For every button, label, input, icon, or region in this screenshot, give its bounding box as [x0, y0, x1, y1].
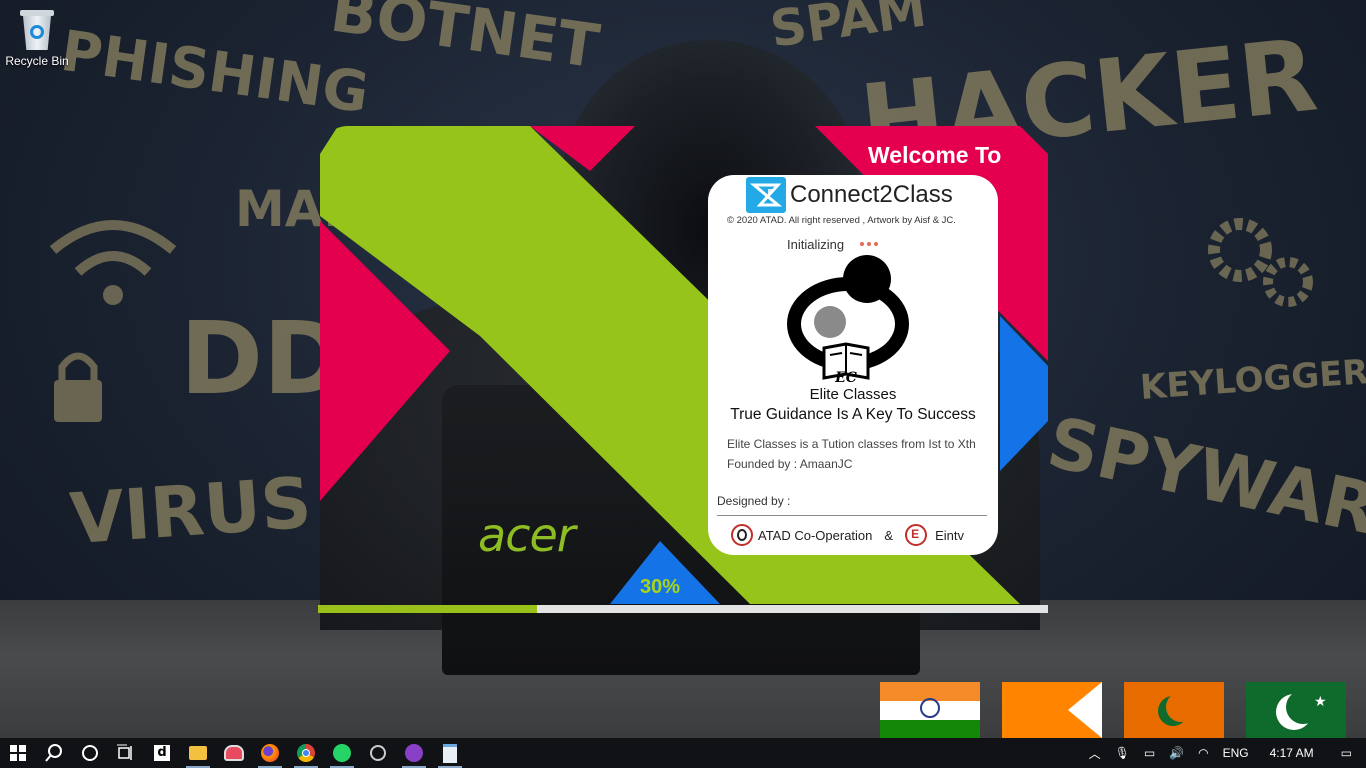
welcome-heading: Welcome To	[868, 142, 1002, 168]
purple-app-icon	[405, 744, 423, 762]
ec-logo-text: EC	[834, 370, 857, 384]
description-line-2: Founded by : AmaanJC	[727, 457, 853, 471]
atad-logo-icon	[731, 524, 753, 546]
eintv-logo-icon	[905, 524, 928, 546]
taskbar-app-chrome[interactable]	[288, 738, 324, 768]
elite-classes-logo: EC	[787, 255, 909, 384]
battery-icon[interactable]: ▭	[1144, 746, 1155, 760]
credit-atad: ATAD Co-Operation	[758, 527, 873, 543]
search-button[interactable]	[36, 738, 72, 768]
wifi-icon	[49, 220, 177, 305]
status-text: Initializing	[787, 237, 845, 252]
taskbar-app-dailymotion[interactable]: d	[144, 738, 180, 768]
firefox-icon	[261, 744, 279, 762]
orange-flag-image	[1002, 682, 1102, 738]
wallpaper-text-keylogger: KEYLOGGER	[1138, 352, 1366, 408]
connect2class-logo-icon	[746, 177, 786, 213]
system-tray: ︿ 🎙 ▭ 🔊 ◠ ENG 4:17 AM ▭	[1082, 738, 1366, 768]
designed-by-label: Designed by :	[717, 494, 791, 508]
app-name: Connect2Class	[790, 181, 953, 208]
folder-icon	[189, 746, 207, 760]
paint-icon	[224, 745, 244, 761]
taskbar-app-obs[interactable]	[360, 738, 396, 768]
gears-icon	[1208, 218, 1313, 307]
windows-icon	[10, 745, 26, 761]
india-flag-image	[880, 682, 980, 738]
ashoka-chakra-icon	[920, 698, 940, 718]
dailymotion-icon: d	[154, 745, 170, 761]
app-brand: Connect2Class	[746, 177, 953, 213]
progress-bar-fill	[318, 605, 537, 613]
loading-dots-icon	[860, 242, 878, 246]
credit-eintv: Eintv	[935, 527, 964, 543]
taskbar-app-paint[interactable]	[216, 738, 252, 768]
desktop-icon-label: Recycle Bin	[5, 54, 69, 68]
microphone-icon[interactable]: 🎙	[1115, 746, 1130, 760]
volume-icon[interactable]: 🔊	[1169, 746, 1184, 760]
credits-row: ATAD Co-Operation & Eintv	[731, 524, 964, 546]
star-icon: ★	[1314, 694, 1327, 710]
org-tagline: True Guidance Is A Key To Success	[730, 406, 976, 423]
credit-separator: &	[884, 527, 894, 543]
description-line-1: Elite Classes is a Tution classes from I…	[727, 437, 976, 451]
wallpaper-text-phishing: PHISHING	[56, 18, 373, 127]
notepad-icon	[443, 743, 457, 763]
cortana-button[interactable]	[72, 738, 108, 768]
progress-bar	[318, 605, 1048, 613]
whatsapp-icon	[333, 744, 351, 762]
wallpaper-text-virus: VIRUS	[67, 461, 314, 561]
recycle-bin-icon	[20, 8, 54, 50]
pakistan-flag-image: ★	[1246, 682, 1346, 738]
taskbar-app-file-explorer[interactable]	[180, 738, 216, 768]
copyright-text: © 2020 ATAD. All right reserved , Artwor…	[727, 215, 956, 226]
start-button[interactable]	[0, 738, 36, 768]
taskbar-app-whatsapp[interactable]	[324, 738, 360, 768]
cortana-icon	[82, 745, 98, 761]
desktop-icon-recycle-bin[interactable]: Recycle Bin	[4, 6, 70, 68]
taskbar-app-notepad[interactable]	[432, 738, 468, 768]
taskbar: d ︿ 🎙 ▭ 🔊 ◠ ENG 4:17 AM ▭	[0, 738, 1366, 768]
org-name: Elite Classes	[809, 386, 897, 403]
show-hidden-icons-chevron-up-icon[interactable]: ︿	[1089, 745, 1101, 762]
clock-time[interactable]: 4:17 AM	[1270, 746, 1314, 760]
wallpaper-text-spyware: SPYWARE	[1040, 401, 1366, 561]
task-view-button[interactable]	[108, 738, 144, 768]
wifi-tray-icon[interactable]: ◠	[1198, 746, 1208, 760]
org-description: Elite Classes is a Tution classes from I…	[727, 434, 976, 474]
taskbar-app-firefox[interactable]	[252, 738, 288, 768]
taskbar-app-purple[interactable]	[396, 738, 432, 768]
obs-icon	[370, 745, 386, 761]
language-indicator[interactable]: ENG	[1223, 746, 1249, 760]
task-view-icon	[117, 744, 132, 760]
chrome-icon	[297, 744, 315, 762]
divider	[717, 515, 987, 516]
progress-percent: 30%	[640, 576, 681, 598]
crescent-flag-image	[1124, 682, 1224, 738]
search-icon	[45, 744, 62, 762]
padlock-icon	[54, 352, 102, 422]
wallpaper-text-spam: SPAM	[766, 0, 930, 59]
action-center-icon[interactable]: ▭	[1341, 746, 1352, 760]
